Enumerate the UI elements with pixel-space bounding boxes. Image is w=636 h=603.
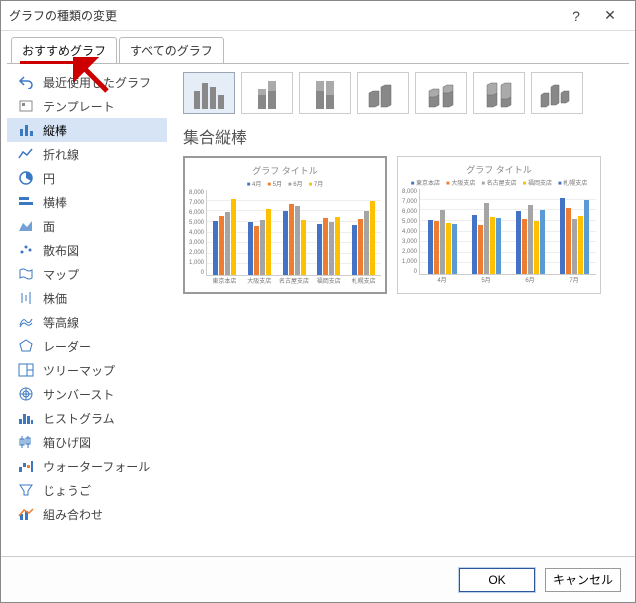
undo-icon bbox=[17, 74, 35, 90]
preview-title: グラフ タイトル bbox=[189, 164, 381, 177]
sidebar-item-combo[interactable]: 組み合わせ bbox=[7, 502, 167, 526]
scatter-icon bbox=[17, 242, 35, 258]
line-icon bbox=[17, 146, 35, 162]
sidebar-item-sunburst[interactable]: サンバースト bbox=[7, 382, 167, 406]
area-icon bbox=[17, 218, 35, 234]
chart-category-list: 最近使用したグラフテンプレート縦棒折れ線円横棒面散布図マップ株価等高線レーダーツ… bbox=[7, 64, 167, 575]
sidebar-item-label: 折れ線 bbox=[43, 146, 79, 163]
content-pane: 集合縦棒 グラフ タイトル4月5月6月7月8,0007,0006,0005,00… bbox=[167, 64, 629, 575]
stock-icon bbox=[17, 290, 35, 306]
pie-icon bbox=[17, 170, 35, 186]
radar-icon bbox=[17, 338, 35, 354]
sidebar-item-label: テンプレート bbox=[43, 98, 115, 115]
subtype-100-stacked-column[interactable] bbox=[299, 72, 351, 114]
sidebar-item-label: レーダー bbox=[43, 338, 91, 355]
help-button[interactable]: ? bbox=[559, 2, 593, 30]
bar-icon bbox=[17, 194, 35, 210]
sidebar-item-scatter[interactable]: 散布図 bbox=[7, 238, 167, 262]
sidebar-item-label: マップ bbox=[43, 266, 79, 283]
window-title: グラフの種類の変更 bbox=[9, 7, 559, 24]
tab-label: すべてのグラフ bbox=[130, 44, 213, 58]
treemap-icon bbox=[17, 362, 35, 378]
sidebar-item-histogram[interactable]: ヒストグラム bbox=[7, 406, 167, 430]
boxwhisker-icon bbox=[17, 434, 35, 450]
combo-icon bbox=[17, 506, 35, 522]
sidebar-item-label: 最近使用したグラフ bbox=[43, 74, 151, 91]
sidebar-item-label: じょうご bbox=[43, 482, 91, 499]
sidebar-item-template[interactable]: テンプレート bbox=[7, 94, 167, 118]
sidebar-item-label: 散布図 bbox=[43, 242, 79, 259]
sidebar-item-label: 株価 bbox=[43, 290, 67, 307]
sidebar-item-label: 箱ひげ図 bbox=[43, 434, 91, 451]
subtype-3d-column[interactable] bbox=[531, 72, 583, 114]
sidebar-item-label: 等高線 bbox=[43, 314, 79, 331]
dialog-body: 最近使用したグラフテンプレート縦棒折れ線円横棒面散布図マップ株価等高線レーダーツ… bbox=[7, 63, 629, 575]
tab-bar: おすすめグラフ すべてのグラフ bbox=[1, 31, 635, 63]
subtype-3d-100-stacked-column[interactable] bbox=[473, 72, 525, 114]
close-button[interactable]: ✕ bbox=[593, 2, 627, 30]
subtype-3d-stacked-column[interactable] bbox=[415, 72, 467, 114]
sidebar-item-line[interactable]: 折れ線 bbox=[7, 142, 167, 166]
dialog-footer: OK キャンセル bbox=[1, 556, 635, 602]
sidebar-item-column[interactable]: 縦棒 bbox=[7, 118, 167, 142]
subtype-stacked-column[interactable] bbox=[241, 72, 293, 114]
sidebar-item-label: 円 bbox=[43, 170, 55, 187]
subtype-row bbox=[183, 72, 617, 114]
preview-legend: 4月5月6月7月 bbox=[189, 179, 381, 188]
map-icon bbox=[17, 266, 35, 282]
sidebar-item-label: ツリーマップ bbox=[43, 362, 115, 379]
tab-label: おすすめグラフ bbox=[22, 44, 106, 58]
tab-recommended[interactable]: おすすめグラフ bbox=[11, 37, 117, 63]
sidebar-item-pie[interactable]: 円 bbox=[7, 166, 167, 190]
sidebar-item-label: 縦棒 bbox=[43, 122, 67, 139]
sidebar-item-funnel[interactable]: じょうご bbox=[7, 478, 167, 502]
surface-icon bbox=[17, 314, 35, 330]
sidebar-item-surface[interactable]: 等高線 bbox=[7, 310, 167, 334]
sidebar-item-label: 面 bbox=[43, 218, 55, 235]
preview-title: グラフ タイトル bbox=[402, 163, 596, 176]
subtype-clustered-column[interactable] bbox=[183, 72, 235, 114]
sidebar-item-undo[interactable]: 最近使用したグラフ bbox=[7, 70, 167, 94]
sidebar-item-label: 組み合わせ bbox=[43, 506, 103, 523]
highlight-underline bbox=[20, 61, 92, 64]
sidebar-item-area[interactable]: 面 bbox=[7, 214, 167, 238]
sidebar-item-label: ウォーターフォール bbox=[43, 458, 150, 475]
column-icon bbox=[17, 122, 35, 138]
histogram-icon bbox=[17, 410, 35, 426]
sidebar-item-waterfall[interactable]: ウォーターフォール bbox=[7, 454, 167, 478]
sidebar-item-stock[interactable]: 株価 bbox=[7, 286, 167, 310]
cancel-button[interactable]: キャンセル bbox=[545, 568, 621, 592]
sidebar-item-label: 横棒 bbox=[43, 194, 67, 211]
ok-button[interactable]: OK bbox=[459, 568, 535, 592]
waterfall-icon bbox=[17, 458, 35, 474]
sidebar-item-map[interactable]: マップ bbox=[7, 262, 167, 286]
sunburst-icon bbox=[17, 386, 35, 402]
subtype-3d-clustered-column[interactable] bbox=[357, 72, 409, 114]
sidebar-item-radar[interactable]: レーダー bbox=[7, 334, 167, 358]
chart-preview-1[interactable]: グラフ タイトル4月5月6月7月8,0007,0006,0005,0004,00… bbox=[183, 156, 387, 294]
sidebar-item-label: ヒストグラム bbox=[43, 410, 115, 427]
chart-type-title: 集合縦棒 bbox=[183, 124, 617, 148]
sidebar-item-boxwhisker[interactable]: 箱ひげ図 bbox=[7, 430, 167, 454]
preview-row: グラフ タイトル4月5月6月7月8,0007,0006,0005,0004,00… bbox=[183, 156, 617, 294]
sidebar-item-label: サンバースト bbox=[43, 386, 114, 403]
preview-legend: 東京本店大阪支店名古屋支店福岡支店札幌支店 bbox=[402, 178, 596, 187]
chart-preview-2[interactable]: グラフ タイトル東京本店大阪支店名古屋支店福岡支店札幌支店8,0007,0006… bbox=[397, 156, 601, 294]
sidebar-item-bar[interactable]: 横棒 bbox=[7, 190, 167, 214]
funnel-icon bbox=[17, 482, 35, 498]
template-icon bbox=[17, 98, 35, 114]
title-bar: グラフの種類の変更 ? ✕ bbox=[1, 1, 635, 31]
sidebar-item-treemap[interactable]: ツリーマップ bbox=[7, 358, 167, 382]
tab-all[interactable]: すべてのグラフ bbox=[119, 37, 224, 63]
